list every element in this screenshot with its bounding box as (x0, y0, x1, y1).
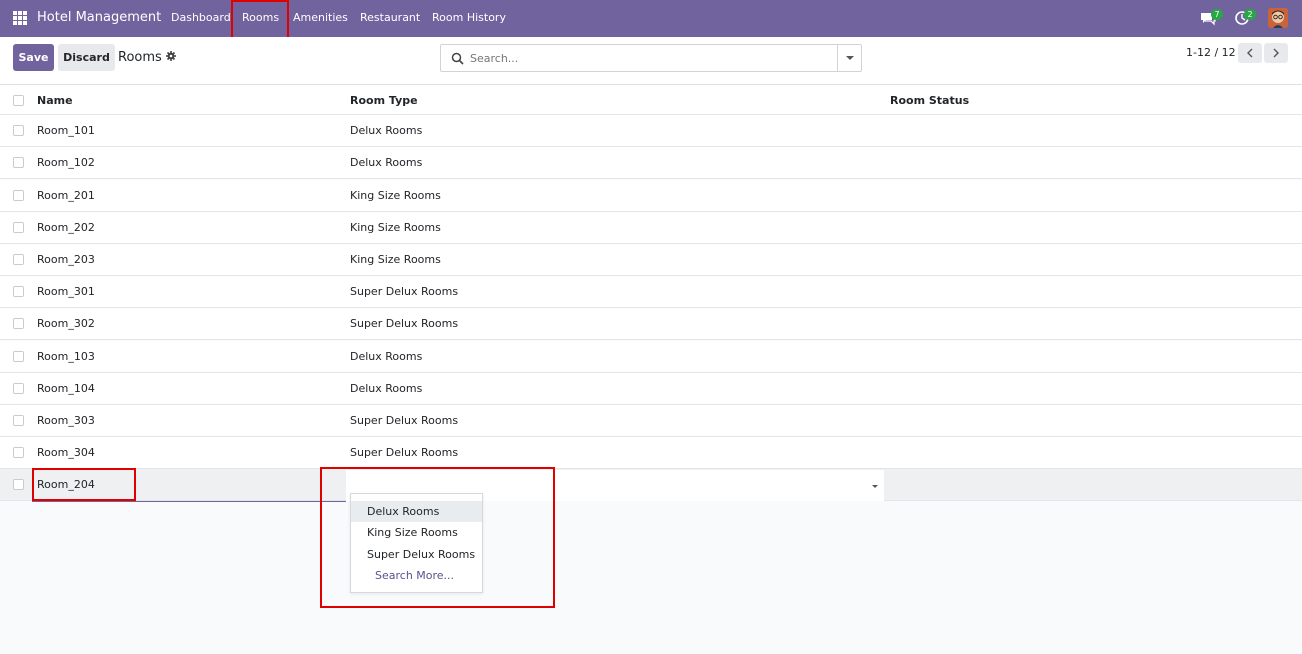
row-checkbox[interactable] (13, 351, 24, 362)
cell-name: Room_301 (37, 285, 95, 298)
menu-room-history[interactable]: Room History (432, 11, 506, 24)
name-input-underline (32, 501, 346, 502)
pager-previous-button[interactable] (1238, 43, 1262, 63)
app-grid-icon[interactable] (13, 11, 27, 25)
cell-name: Room_102 (37, 156, 95, 169)
cell-room-type: Delux Rooms (350, 382, 423, 395)
name-field-highlight (32, 468, 136, 501)
cell-name: Room_302 (37, 317, 95, 330)
row-checkbox[interactable] (13, 190, 24, 201)
menu-restaurant[interactable]: Restaurant (360, 11, 420, 24)
rooms-menu-highlight (231, 0, 289, 39)
discard-button[interactable]: Discard (58, 44, 115, 71)
cell-room-type: King Size Rooms (350, 253, 441, 266)
row-checkbox[interactable] (13, 222, 24, 233)
row-checkbox[interactable] (13, 125, 24, 136)
table-row[interactable]: Room_301 Super Delux Rooms (0, 276, 1302, 308)
table-row[interactable]: Room_104 Delux Rooms (0, 373, 1302, 405)
column-header-room-type[interactable]: Room Type (350, 94, 418, 107)
row-checkbox[interactable] (13, 415, 24, 426)
table-row[interactable]: Room_203 King Size Rooms (0, 244, 1302, 276)
cell-room-type: Super Delux Rooms (350, 446, 459, 459)
search-options-toggle[interactable] (837, 45, 861, 71)
chevron-left-icon (1247, 48, 1253, 58)
search-icon (451, 52, 464, 65)
save-button[interactable]: Save (13, 44, 54, 71)
search-bar (440, 44, 862, 72)
cell-room-type: Delux Rooms (350, 124, 423, 137)
page-title: Rooms (118, 50, 162, 65)
cell-room-type: King Size Rooms (350, 221, 441, 234)
row-checkbox[interactable] (13, 447, 24, 458)
row-checkbox[interactable] (13, 254, 24, 265)
table-row[interactable]: Room_302 Super Delux Rooms (0, 308, 1302, 340)
chevron-right-icon (1273, 48, 1279, 58)
control-panel: Save Discard Rooms 1-12 / 12 (0, 37, 1302, 85)
cell-room-type: Super Delux Rooms (350, 317, 459, 330)
table-row[interactable]: Room_102 Delux Rooms (0, 147, 1302, 179)
cell-name: Room_203 (37, 253, 95, 266)
activities-badge: 2 (1244, 9, 1256, 20)
row-checkbox[interactable] (13, 286, 24, 297)
select-all-checkbox[interactable] (13, 95, 24, 106)
table-header: Name Room Type Room Status (0, 85, 1302, 115)
cell-name: Room_104 (37, 382, 95, 395)
cell-name: Room_304 (37, 446, 95, 459)
column-header-name[interactable]: Name (37, 94, 73, 107)
table-row[interactable]: Room_202 King Size Rooms (0, 212, 1302, 244)
cell-name: Room_101 (37, 124, 95, 137)
search-input[interactable] (470, 50, 830, 66)
cell-room-type: King Size Rooms (350, 189, 441, 202)
table-row[interactable]: Room_303 Super Delux Rooms (0, 405, 1302, 437)
room-type-highlight (320, 467, 555, 608)
cell-room-type: Super Delux Rooms (350, 414, 459, 427)
table-row[interactable]: Room_101 Delux Rooms (0, 115, 1302, 147)
cell-name: Room_103 (37, 350, 95, 363)
cell-room-type: Delux Rooms (350, 350, 423, 363)
app-title[interactable]: Hotel Management (37, 10, 161, 25)
cell-name: Room_202 (37, 221, 95, 234)
chevron-down-icon[interactable] (872, 485, 878, 488)
table-row[interactable]: Room_201 King Size Rooms (0, 180, 1302, 212)
gear-icon[interactable] (166, 51, 176, 61)
menu-dashboard[interactable]: Dashboard (171, 11, 231, 24)
row-checkbox[interactable] (13, 318, 24, 329)
user-avatar[interactable] (1268, 8, 1288, 28)
cell-room-type: Super Delux Rooms (350, 285, 459, 298)
column-header-room-status[interactable]: Room Status (890, 94, 969, 107)
table-row[interactable]: Room_103 Delux Rooms (0, 341, 1302, 373)
row-checkbox[interactable] (13, 383, 24, 394)
top-navbar: Hotel Management Dashboard Rooms Ameniti… (0, 0, 1302, 37)
table-row[interactable]: Room_304 Super Delux Rooms (0, 437, 1302, 469)
cell-name: Room_303 (37, 414, 95, 427)
pager-next-button[interactable] (1264, 43, 1288, 63)
menu-amenities[interactable]: Amenities (293, 11, 348, 24)
row-checkbox[interactable] (13, 157, 24, 168)
cell-room-type: Delux Rooms (350, 156, 423, 169)
messages-badge: 7 (1211, 9, 1223, 20)
pager-value[interactable]: 1-12 / 12 (1186, 46, 1236, 59)
row-checkbox[interactable] (13, 479, 24, 490)
cell-name: Room_201 (37, 189, 95, 202)
